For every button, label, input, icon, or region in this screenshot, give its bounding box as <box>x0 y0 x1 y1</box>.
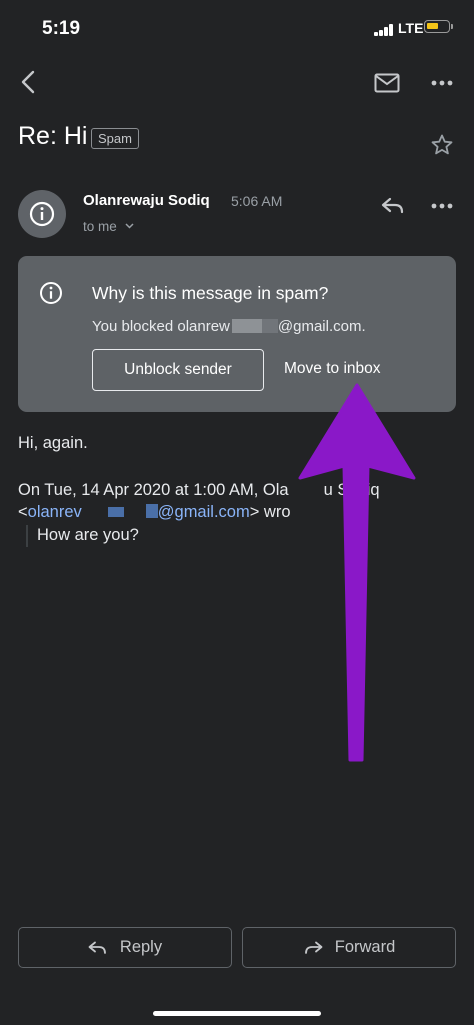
home-indicator[interactable] <box>153 1011 321 1016</box>
network-type: LTE <box>398 20 424 36</box>
envelope-icon[interactable] <box>372 70 402 96</box>
star-icon[interactable] <box>428 131 456 159</box>
reply-button[interactable]: Reply <box>18 927 232 968</box>
avatar[interactable] <box>18 190 66 238</box>
quoted-text: How are you? <box>37 526 139 544</box>
quote-header: On Tue, 14 Apr 2020 at 1:00 AM, Ola u Sod… <box>18 481 380 500</box>
quote-email-prefix: olanrev <box>27 503 82 521</box>
spam-reason-suffix: @gmail.com. <box>277 318 366 335</box>
message-more-icon[interactable] <box>428 195 456 217</box>
quote-after-email: > wro <box>249 503 291 521</box>
unblock-sender-button[interactable]: Unblock sender <box>92 349 264 391</box>
reply-icon[interactable] <box>378 193 408 219</box>
back-icon[interactable] <box>14 68 42 96</box>
quote-bar <box>26 525 28 547</box>
spam-notice-title: Why is this message in spam? <box>92 283 329 303</box>
spam-notice-reason: You blocked olanrew @gmail.com. <box>92 318 366 335</box>
email-subject: Re: Hi <box>18 122 88 150</box>
quote-email-link[interactable]: olanrev @gmail.com <box>28 503 250 521</box>
spam-label-badge: Spam <box>91 128 139 149</box>
quote-email-suffix: @gmail.com <box>157 503 250 521</box>
quote-header-text: On Tue, 14 Apr 2020 at 1:00 AM, Ola <box>18 481 289 499</box>
redacted-block <box>107 507 124 517</box>
quote-open: < <box>18 503 28 521</box>
message-greeting: Hi, again. <box>18 434 88 452</box>
forward-button[interactable]: Forward <box>242 927 456 968</box>
reply-label: Reply <box>119 938 163 956</box>
signal-icon <box>374 24 394 36</box>
recipient-toggle[interactable]: to me <box>83 219 134 234</box>
reply-icon <box>88 941 106 954</box>
redacted-block <box>261 319 278 333</box>
status-time: 5:19 <box>42 18 81 39</box>
more-icon[interactable] <box>428 72 456 94</box>
spam-reason-prefix: You blocked olanrew <box>92 318 230 335</box>
forward-icon <box>304 941 323 954</box>
battery-icon <box>424 20 453 33</box>
sender-name[interactable]: Olanrewaju Sodiq <box>83 192 210 209</box>
recipient-label: to me <box>83 219 117 234</box>
move-to-inbox-button[interactable]: Move to inbox <box>284 360 381 378</box>
quote-sender-line: <olanrev @gmail.com> wro <box>18 503 291 522</box>
sent-time: 5:06 AM <box>231 193 283 209</box>
quote-header-tail: u Sodiq <box>323 481 380 499</box>
redacted-block <box>231 319 262 333</box>
info-icon <box>38 280 64 306</box>
redacted-block <box>145 504 158 518</box>
info-icon <box>29 201 55 227</box>
forward-label: Forward <box>334 938 396 956</box>
chevron-down-icon <box>125 223 134 229</box>
